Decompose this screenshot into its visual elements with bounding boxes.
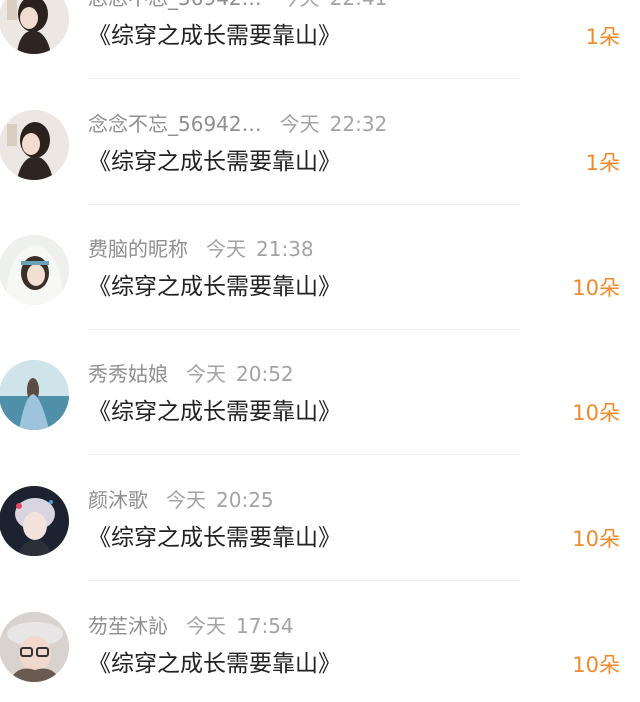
gift-time: 21:38 [256,237,314,261]
gift-meta: 费脑的昵称 今天 21:38 [88,235,314,263]
gift-record-list: 念念不忘_56942… 今天 22:41 《综穿之成长需要靠山》 1朵 念念不忘_5… [0,0,640,702]
gift-record-row[interactable]: 颜沐歌 今天 20:25 《综穿之成长需要靠山》 10朵 [0,486,640,611]
flower-count: 10朵 [572,276,620,300]
anime-boy-avatar[interactable] [0,486,69,556]
seaside-girl-avatar[interactable] [0,360,69,430]
flower-count: 10朵 [572,401,620,425]
gift-time: 17:54 [236,614,294,638]
hooded-girl-avatar[interactable] [0,235,69,305]
row-divider [88,454,520,455]
user-name[interactable]: 颜沐歌 [88,488,148,512]
flower-count: 10朵 [572,527,620,551]
book-title[interactable]: 《综穿之成长需要靠山》 [88,394,341,430]
gift-record-row[interactable]: 念念不忘_56942… 今天 22:32 《综穿之成长需要靠山》 1朵 [0,110,640,235]
user-name[interactable]: 芴苼沐訫 [88,614,168,638]
gift-day: 今天 [186,614,226,638]
row-divider [88,78,520,79]
gift-record-row[interactable]: 秀秀姑娘 今天 20:52 《综穿之成长需要靠山》 10朵 [0,360,640,485]
gift-day: 今天 [206,237,246,261]
gift-time: 20:52 [236,362,294,386]
row-divider [88,329,520,330]
girl-long-hair-avatar[interactable] [0,110,69,180]
gift-meta: 芴苼沐訫 今天 17:54 [88,612,294,640]
gift-time: 22:32 [329,112,388,136]
gift-day: 今天 [280,0,320,10]
gift-day: 今天 [279,112,320,136]
user-name[interactable]: 念念不忘_56942… [88,0,262,10]
flower-count: 1朵 [585,151,620,175]
row-divider [88,204,520,205]
gift-record-row[interactable]: 费脑的昵称 今天 21:38 《综穿之成长需要靠山》 10朵 [0,235,640,360]
gift-record-row[interactable]: 芴苼沐訫 今天 17:54 《综穿之成长需要靠山》 10朵 [0,612,640,702]
gift-meta: 秀秀姑娘 今天 20:52 [88,360,294,388]
girl-long-hair-avatar[interactable] [0,0,69,54]
book-title[interactable]: 《综穿之成长需要靠山》 [88,269,341,305]
gift-day: 今天 [186,362,226,386]
book-title[interactable]: 《综穿之成长需要靠山》 [88,520,341,556]
gift-record-row[interactable]: 念念不忘_56942… 今天 22:41 《综穿之成长需要靠山》 1朵 [0,0,640,109]
gift-time: 20:25 [216,488,274,512]
book-title[interactable]: 《综穿之成长需要靠山》 [88,646,341,682]
gift-meta: 念念不忘_56942… 今天 22:41 [88,0,387,12]
user-name[interactable]: 秀秀姑娘 [88,362,168,386]
user-name[interactable]: 费脑的昵称 [88,237,188,261]
gift-meta: 颜沐歌 今天 20:25 [88,486,274,514]
gift-time: 22:41 [330,0,388,10]
book-title[interactable]: 《综穿之成长需要靠山》 [88,144,341,180]
book-title[interactable]: 《综穿之成长需要靠山》 [88,18,341,54]
flower-count: 1朵 [585,25,620,49]
row-divider [88,580,520,581]
flower-count: 10朵 [572,653,620,677]
gift-day: 今天 [166,488,206,512]
gift-meta: 念念不忘_56942… 今天 22:32 [88,110,387,138]
girl-glasses-hat-avatar[interactable] [0,612,69,682]
user-name[interactable]: 念念不忘_56942… [88,112,262,136]
